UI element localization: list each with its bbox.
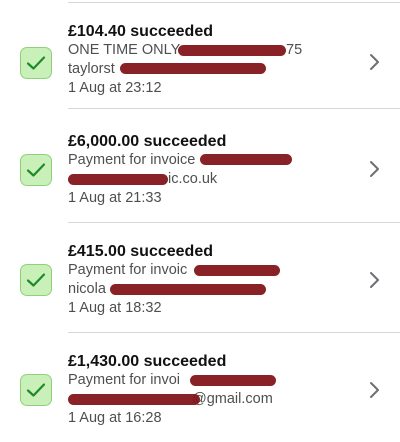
customer-email: @gmail.com	[68, 390, 350, 409]
payment-date: 1 Aug at 16:28	[68, 410, 162, 426]
redaction-mark	[120, 63, 266, 74]
customer-email: taylorst	[68, 60, 350, 79]
redaction-mark	[110, 284, 266, 295]
customer-email-tail: ic.co.uk	[168, 171, 218, 187]
payment-description: ONE TIME ONLY 75	[68, 41, 350, 60]
payment-row[interactable]: £1,430.00 succeeded Payment for invoi @g…	[0, 352, 400, 438]
payment-amount-status: £6,000.00 succeeded	[68, 133, 227, 150]
payment-description: Payment for invoice	[68, 151, 350, 170]
redaction-mark	[68, 394, 200, 405]
redaction-mark	[68, 174, 168, 185]
payment-details: £6,000.00 succeeded Payment for invoice …	[68, 132, 350, 208]
payment-date: 1 Aug at 18:32	[68, 300, 162, 316]
chevron-right-icon	[370, 161, 379, 177]
checkmark-icon	[26, 273, 46, 287]
payment-details: £104.40 succeeded ONE TIME ONLY 75 taylo…	[68, 22, 350, 98]
redaction-mark	[178, 45, 286, 56]
row-divider	[68, 332, 400, 333]
payment-description: Payment for invoi	[68, 371, 350, 390]
payment-amount-status: £1,430.00 succeeded	[68, 353, 227, 370]
succeeded-status-badge	[20, 374, 52, 406]
payment-description-text: ONE TIME ONLY	[68, 42, 181, 58]
succeeded-status-badge	[20, 47, 52, 79]
payment-date: 1 Aug at 23:12	[68, 80, 162, 96]
chevron-right-icon	[370, 272, 379, 288]
redaction-mark	[194, 265, 280, 276]
customer-email: ic.co.uk	[68, 170, 350, 189]
customer-email: nicola	[68, 280, 350, 299]
payment-amount-status: £415.00 succeeded	[68, 243, 213, 260]
row-divider	[68, 222, 400, 223]
payment-description-text: Payment for invoi	[68, 372, 181, 388]
row-divider	[68, 108, 400, 109]
payment-amount-status: £104.40 succeeded	[68, 23, 213, 40]
payment-details: £1,430.00 succeeded Payment for invoi @g…	[68, 352, 350, 428]
customer-email-text: taylorst	[68, 61, 115, 77]
customer-email-text: nicola	[68, 281, 106, 297]
chevron-right-icon	[370, 382, 379, 398]
redaction-mark	[190, 375, 276, 386]
payment-description-tail: 75	[286, 42, 303, 58]
redaction-mark	[200, 154, 292, 165]
succeeded-status-badge	[20, 264, 52, 296]
chevron-right-icon	[370, 54, 379, 70]
payment-date: 1 Aug at 21:33	[68, 190, 162, 206]
customer-email-tail: @gmail.com	[192, 391, 273, 407]
checkmark-icon	[26, 383, 46, 397]
payment-description-text: Payment for invoice	[68, 152, 196, 168]
list-top-divider	[68, 2, 400, 3]
payment-description-text: Payment for invoic	[68, 262, 188, 278]
checkmark-icon	[26, 163, 46, 177]
payment-details: £415.00 succeeded Payment for invoic nic…	[68, 242, 350, 318]
payment-row[interactable]: £415.00 succeeded Payment for invoic nic…	[0, 242, 400, 333]
payment-description: Payment for invoic	[68, 261, 350, 280]
payment-row[interactable]: £6,000.00 succeeded Payment for invoice …	[0, 132, 400, 223]
checkmark-icon	[26, 56, 46, 70]
payment-row[interactable]: £104.40 succeeded ONE TIME ONLY 75 taylo…	[0, 22, 400, 109]
succeeded-status-badge	[20, 154, 52, 186]
